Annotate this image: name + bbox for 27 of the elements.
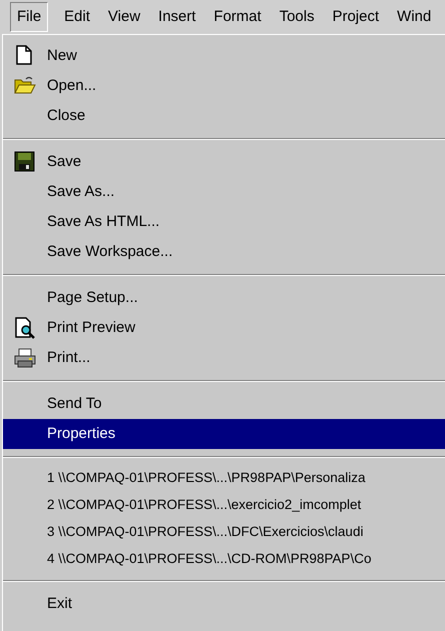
menu-option[interactable]: Page Setup...	[3, 283, 445, 313]
menu-option[interactable]: Send To	[3, 389, 445, 419]
menu-option[interactable]: Print...	[3, 343, 445, 373]
menu-option[interactable]: Save Workspace...	[3, 237, 445, 267]
menu-item[interactable]: File	[10, 2, 48, 32]
menu-option[interactable]: Properties	[3, 419, 445, 449]
menu-option[interactable]: Print Preview	[3, 313, 445, 343]
menu-item[interactable]: Project	[330, 2, 382, 32]
preview-icon	[14, 317, 36, 339]
menu-option[interactable]: Save As HTML...	[3, 207, 445, 237]
menu-option[interactable]: Close	[3, 101, 445, 131]
menu-option[interactable]: 3 \\COMPAQ-01\PROFESS\...\DFC\Exercicios\claudi	[3, 519, 445, 546]
menu-item[interactable]: Tools	[277, 2, 316, 32]
menu-option[interactable]: 1 \\COMPAQ-01\PROFESS\...\PR98PAP\Personaliza	[3, 465, 445, 492]
menu-option[interactable]: Save	[3, 147, 445, 177]
menu-option[interactable]: 2 \\COMPAQ-01\PROFESS\...\exercicio2_imcomplet	[3, 492, 445, 519]
menu-item[interactable]: View	[106, 2, 142, 32]
menu-item[interactable]: Insert	[156, 2, 198, 32]
menu-option[interactable]: Open...	[3, 71, 445, 101]
menu-item[interactable]: Format	[212, 2, 264, 32]
menu-option[interactable]: New	[3, 41, 445, 71]
menu-option[interactable]: Save As...	[3, 177, 445, 207]
menu-option[interactable]: 4 \\COMPAQ-01\PROFESS\...\CD-ROM\PR98PAP\Co	[3, 546, 445, 573]
menu-item[interactable]: Wind	[395, 2, 434, 32]
printer-icon	[14, 347, 36, 369]
menu-item[interactable]: Edit	[62, 2, 92, 32]
menu-option[interactable]: Exit	[3, 589, 445, 619]
